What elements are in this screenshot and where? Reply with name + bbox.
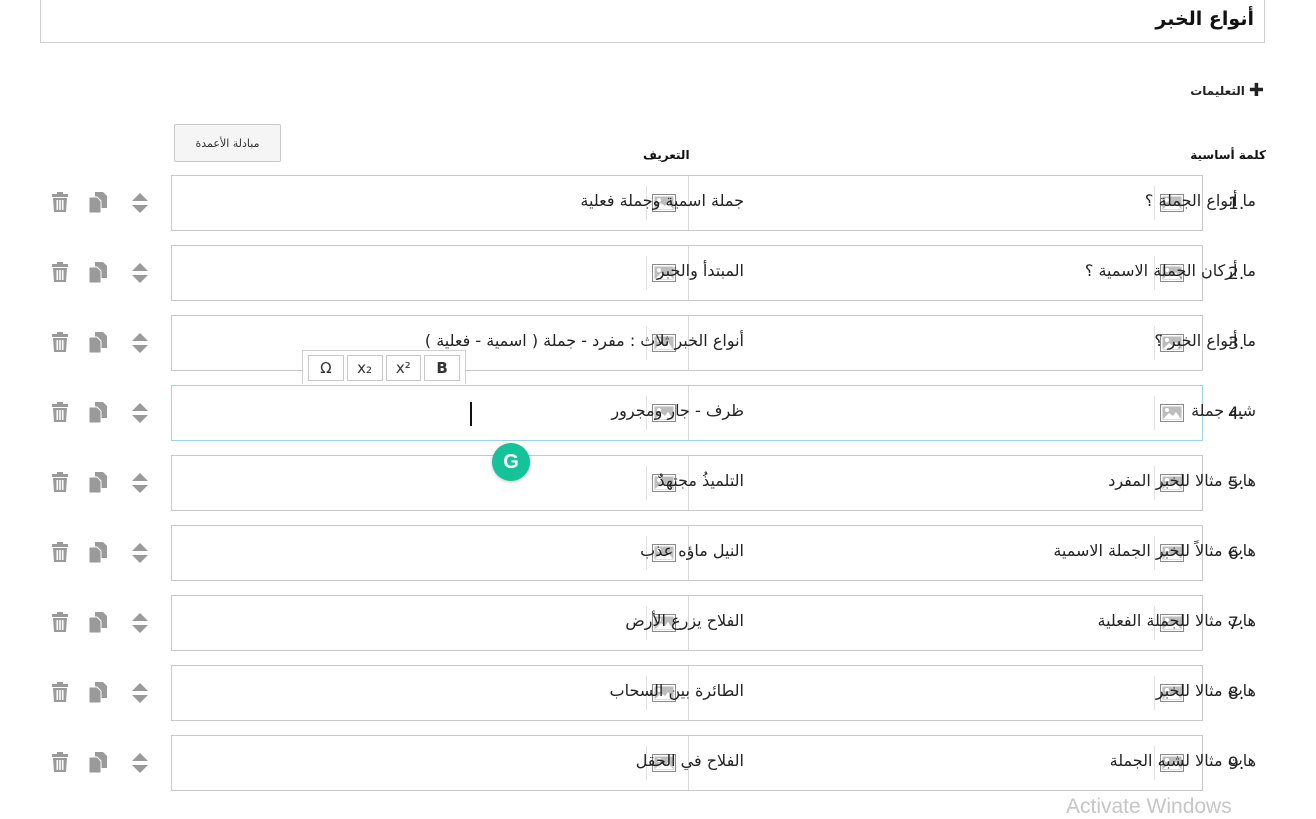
text-caret — [470, 402, 472, 426]
plus-icon: ✚ — [1248, 80, 1264, 101]
copy-icon[interactable] — [87, 330, 113, 354]
definition-cell[interactable]: الطائرة بين السحاب — [610, 681, 744, 700]
sort-icon[interactable] — [130, 471, 150, 495]
copy-icon[interactable] — [87, 400, 113, 424]
page-title: أنواع الخبر — [1155, 8, 1254, 30]
definition-cell[interactable]: ظرف - جار ومجرور — [611, 401, 744, 420]
trash-icon[interactable] — [49, 401, 71, 423]
copy-icon[interactable] — [87, 610, 113, 634]
trash-icon[interactable] — [49, 191, 71, 213]
sort-icon[interactable] — [130, 331, 150, 355]
sort-icon[interactable] — [130, 751, 150, 775]
table-row: ما أركان الجملة الاسمية ؟ المبتدأ والخبر 2… — [0, 245, 1316, 301]
table-row: ما أنواع الخبر ؟ أنواع الخبر ثلاث : مفرد … — [0, 315, 1316, 371]
trash-icon[interactable] — [49, 751, 71, 773]
trash-icon[interactable] — [49, 331, 71, 353]
row-number: 6. — [1228, 544, 1245, 564]
row-number: 5. — [1228, 474, 1245, 494]
copy-icon[interactable] — [87, 190, 113, 214]
copy-icon[interactable] — [87, 750, 113, 774]
definition-cell[interactable]: المبتدأ والخبر — [657, 261, 744, 280]
definition-cell[interactable]: النيل ماؤه عذب — [640, 541, 744, 560]
sort-icon[interactable] — [130, 541, 150, 565]
definition-cell[interactable]: الفلاح يزرع الأرض — [625, 611, 744, 630]
table-row: شبه جملة ظرف - جار ومجرور 4. — [0, 385, 1316, 441]
table-row: هات مثالا للخبر الطائرة بين السحاب 8. — [0, 665, 1316, 721]
superscript-button[interactable]: x² — [385, 355, 422, 381]
trash-icon[interactable] — [49, 681, 71, 703]
row-number: 7. — [1228, 614, 1245, 634]
copy-icon[interactable] — [87, 260, 113, 284]
copy-icon[interactable] — [87, 540, 113, 564]
row-number: 8. — [1228, 684, 1245, 704]
definition-cell[interactable]: التلميذُ مجتهدٌ — [657, 471, 744, 490]
sort-icon[interactable] — [130, 261, 150, 285]
definition-cell[interactable]: الفلاح في الحقل — [636, 751, 744, 770]
grammarly-icon[interactable]: G — [492, 443, 530, 481]
row-number: 3. — [1228, 334, 1245, 354]
bold-button[interactable]: B — [424, 355, 460, 381]
copy-icon[interactable] — [87, 470, 113, 494]
sort-icon[interactable] — [130, 681, 150, 705]
trash-icon[interactable] — [49, 471, 71, 493]
row-number: 4. — [1228, 404, 1245, 424]
instructions-label: التعليمات — [1190, 84, 1245, 98]
table-row: هات مثالا لشبه الجملة الفلاح في الحقل 9. — [0, 735, 1316, 791]
keyword-column-header: كلمة أساسية — [1190, 148, 1266, 162]
table-row: هات مثالا للجملة الفعلية الفلاح يزرع الأر… — [0, 595, 1316, 651]
definition-cell[interactable]: أنواع الخبر ثلاث : مفرد - جملة ( اسمية -… — [425, 331, 744, 350]
image-icon[interactable] — [1154, 396, 1189, 430]
activate-windows-watermark: Activate Windows — [1066, 795, 1232, 818]
row-number: 1. — [1228, 194, 1245, 214]
trash-icon[interactable] — [49, 611, 71, 633]
definition-column-header: التعريف — [643, 148, 690, 162]
format-toolbar: Ω x₂ x² B — [302, 350, 466, 384]
swap-columns-button[interactable]: مبادلة الأعمدة — [174, 124, 281, 162]
trash-icon[interactable] — [49, 541, 71, 563]
table-row: ما أنواع الجملة ؟ جملة اسمية وجملة فعلية 1… — [0, 175, 1316, 231]
sort-icon[interactable] — [130, 401, 150, 425]
title-box[interactable]: أنواع الخبر — [40, 0, 1265, 43]
copy-icon[interactable] — [87, 680, 113, 704]
table-row: هات مثالا للخبر المفرد التلميذُ مجتهدٌ 5. — [0, 455, 1316, 511]
keyword-cell[interactable]: هات مثالاً للخبر الجملة الاسمية — [1053, 541, 1256, 560]
table-row: هات مثالاً للخبر الجملة الاسمية النيل ماؤ… — [0, 525, 1316, 581]
instructions-toggle[interactable]: ✚ التعليمات — [1190, 82, 1264, 100]
row-number: 2. — [1228, 264, 1245, 284]
sort-icon[interactable] — [130, 191, 150, 215]
row-number: 9. — [1228, 754, 1245, 774]
keyword-cell[interactable]: شبه جملة — [1191, 401, 1256, 420]
sort-icon[interactable] — [130, 611, 150, 635]
definition-cell[interactable]: جملة اسمية وجملة فعلية — [580, 191, 744, 210]
special-char-button[interactable]: Ω — [308, 355, 344, 381]
trash-icon[interactable] — [49, 261, 71, 283]
subscript-button[interactable]: x₂ — [346, 355, 383, 381]
